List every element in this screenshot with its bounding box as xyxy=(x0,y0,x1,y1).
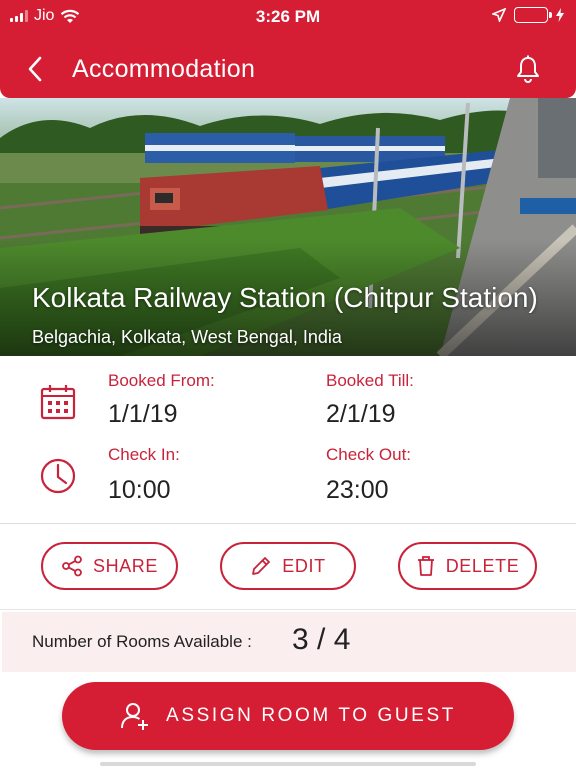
booked-from-value: 1/1/19 xyxy=(108,400,178,428)
assign-room-button[interactable]: ASSIGN ROOM TO GUEST xyxy=(62,682,514,750)
check-out-value: 23:00 xyxy=(326,476,389,504)
booked-till-value: 2/1/19 xyxy=(326,400,396,428)
share-button-label: SHARE xyxy=(92,555,158,576)
back-chevron-icon[interactable] xyxy=(20,52,54,86)
check-in-label: Check In: xyxy=(108,445,180,464)
rooms-available-label: Number of Rooms Available : xyxy=(32,632,252,651)
clock-icon xyxy=(40,458,76,494)
share-icon xyxy=(62,555,82,577)
edit-button-label: EDIT xyxy=(282,555,326,576)
edit-button[interactable]: EDIT xyxy=(220,542,356,590)
calendar-icon xyxy=(40,385,76,420)
assign-room-button-label: ASSIGN ROOM TO GUEST xyxy=(166,705,456,726)
edit-pencil-icon xyxy=(252,557,271,575)
check-out-label: Check Out: xyxy=(326,445,412,464)
station-hero-image: Kolkata Railway Station (Chitpur Station… xyxy=(0,98,576,356)
location-arrow-icon xyxy=(492,8,506,22)
share-button[interactable]: SHARE xyxy=(41,542,178,590)
delete-button-label: DELETE xyxy=(445,555,520,576)
rooms-available-count: 3 / 4 xyxy=(292,623,351,656)
delete-button[interactable]: DELETE xyxy=(398,542,537,590)
rooms-available-panel: Number of Rooms Available : 3 / 4 xyxy=(2,612,576,672)
status-time: 3:26 PM xyxy=(255,7,321,26)
station-location: Belgachia, Kolkata, West Bengal, India xyxy=(32,327,342,347)
charging-icon xyxy=(556,8,564,22)
trash-icon xyxy=(417,556,434,576)
bell-icon[interactable] xyxy=(514,54,542,84)
check-in-value: 10:00 xyxy=(108,476,171,504)
booking-details: Booked From: 1/1/19 Booked Till: 2/1/19 … xyxy=(0,356,576,524)
battery-icon xyxy=(514,7,552,23)
railway-photo xyxy=(0,98,576,356)
page-title: Accommodation xyxy=(72,55,256,83)
add-user-icon xyxy=(121,703,149,730)
status-right xyxy=(492,7,564,23)
station-name: Kolkata Railway Station (Chitpur Station… xyxy=(32,282,538,313)
status-bar: Jio 3:26 PM xyxy=(0,0,576,34)
booked-till-label: Booked Till: xyxy=(326,371,414,390)
home-indicator xyxy=(100,762,476,766)
action-buttons: SHARE EDIT DELETE xyxy=(0,524,576,610)
app-header: Jio 3:26 PM Accommodation xyxy=(0,0,576,98)
booked-from-label: Booked From: xyxy=(108,371,215,390)
